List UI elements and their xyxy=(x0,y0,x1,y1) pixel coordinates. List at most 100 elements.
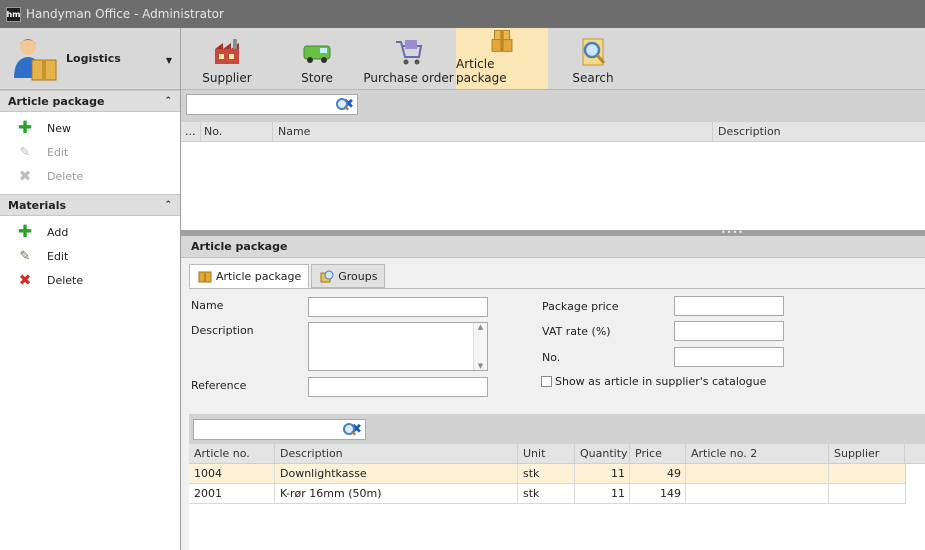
cell-supplier xyxy=(829,484,906,503)
description-field[interactable]: ▲ ▼ xyxy=(308,322,488,371)
add-label: Add xyxy=(47,225,69,239)
column-header-description[interactable]: Description xyxy=(713,122,925,141)
column-header-article-no-2[interactable]: Article no. 2 xyxy=(686,444,829,463)
toolbar-label: Store xyxy=(301,71,333,85)
main-panel: ✖ ... No. Name Description •••• Article … xyxy=(181,90,925,550)
edit-label: Edit xyxy=(47,249,69,263)
show-in-catalogue-label: Show as article in supplier's catalogue xyxy=(555,375,767,388)
delete-material-button[interactable]: ✖ Delete xyxy=(0,268,180,292)
toolbar-search[interactable]: Search xyxy=(548,28,638,89)
plus-icon: ✚ xyxy=(17,222,33,242)
cell-unit: stk xyxy=(518,464,575,483)
column-header-price[interactable]: Price xyxy=(630,444,686,463)
upper-grid-body[interactable] xyxy=(181,142,925,230)
new-button[interactable]: ✚ New xyxy=(0,116,180,140)
search-icon[interactable] xyxy=(343,423,356,436)
edit-button[interactable]: ✎ Edit xyxy=(0,140,180,164)
tab-label: Groups xyxy=(338,269,378,283)
delete-button[interactable]: ✖ Delete xyxy=(0,164,180,188)
tab-label: Article package xyxy=(216,269,302,283)
name-field[interactable] xyxy=(308,297,488,317)
tab-article-package[interactable]: Article package xyxy=(189,264,310,288)
chevron-up-icon[interactable]: ⌃ xyxy=(164,200,172,210)
description-scrollbar[interactable]: ▲ ▼ xyxy=(473,323,487,370)
vat-rate-field[interactable] xyxy=(674,321,784,341)
toolbar-article-package[interactable]: Article package xyxy=(456,28,548,89)
materials-search-input[interactable] xyxy=(194,420,343,439)
cell-description: Downlightkasse xyxy=(275,464,518,483)
package-price-field[interactable] xyxy=(674,296,784,316)
role-label: Logistics xyxy=(66,52,121,65)
window-title: Handyman Office - Administrator xyxy=(26,7,224,21)
detail-title: Article package xyxy=(181,236,925,258)
column-header-unit[interactable]: Unit xyxy=(518,444,575,463)
role-selector[interactable]: Logistics ▼ xyxy=(0,28,180,90)
materials-actions: ✚ Add ✎ Edit ✖ Delete xyxy=(0,216,180,298)
section-title: Materials xyxy=(8,198,67,212)
table-row[interactable]: 2001 K-rør 16mm (50m) stk 11 149 xyxy=(189,484,906,504)
cell-quantity: 11 xyxy=(575,464,630,483)
section-materials-header[interactable]: Materials ⌃ xyxy=(0,194,180,216)
toolbar-label: Supplier xyxy=(202,71,252,85)
plus-icon: ✚ xyxy=(17,118,33,138)
section-article-package-header[interactable]: Article package ⌃ xyxy=(0,90,180,112)
reference-label: Reference xyxy=(191,379,247,392)
materials-search-strip: ✖ xyxy=(189,414,925,444)
van-icon xyxy=(303,45,331,63)
vat-rate-label: VAT rate (%) xyxy=(542,325,611,338)
cell-price: 49 xyxy=(630,464,686,483)
package-price-label: Package price xyxy=(542,300,619,313)
column-header-article-no[interactable]: Article no. xyxy=(189,444,275,463)
user-with-package-icon xyxy=(14,38,57,80)
table-row[interactable]: 1004 Downlightkasse stk 11 49 xyxy=(189,464,906,484)
chevron-up-icon[interactable]: ⌃ xyxy=(164,96,172,106)
column-header-supplier[interactable]: Supplier xyxy=(829,444,905,463)
edit-icon: ✎ xyxy=(19,144,31,160)
delete-icon: ✖ xyxy=(18,167,32,185)
factory-icon xyxy=(215,39,239,64)
materials-grid: Article no. Description Unit Quantity Pr… xyxy=(189,444,925,550)
scroll-down-icon[interactable]: ▼ xyxy=(478,362,483,370)
upper-search-strip: ✖ xyxy=(181,90,925,122)
cell-article-no: 2001 xyxy=(189,484,275,503)
groups-icon xyxy=(320,270,334,283)
toolbar-purchase-order[interactable]: Purchase order xyxy=(361,28,456,89)
column-header-name[interactable]: Name xyxy=(273,122,713,141)
article-package-actions: ✚ New ✎ Edit ✖ Delete xyxy=(0,112,180,194)
no-field[interactable] xyxy=(674,347,784,367)
column-header-no[interactable]: No. xyxy=(201,122,273,141)
cell-article-no-2 xyxy=(686,464,829,483)
toolbar-label: Purchase order xyxy=(363,71,454,85)
main-toolbar: Supplier Store Purchase order Article pa… xyxy=(181,28,925,90)
checkbox-box[interactable] xyxy=(541,376,552,387)
toolbar-label: Article package xyxy=(456,57,507,85)
detail-panel: Article package Article package Groups N… xyxy=(181,236,925,550)
toolbar-label: Search xyxy=(572,71,614,85)
show-in-catalogue-checkbox[interactable]: Show as article in supplier's catalogue xyxy=(541,375,766,388)
splitter-grip-icon: •••• xyxy=(721,228,744,237)
edit-material-button[interactable]: ✎ Edit xyxy=(0,244,180,268)
no-label: No. xyxy=(542,351,561,364)
column-header-ellipsis[interactable]: ... xyxy=(181,122,201,141)
shopping-cart-icon xyxy=(395,40,422,65)
new-label: New xyxy=(47,121,71,135)
app-logo-icon: hm xyxy=(6,6,21,22)
delete-label: Delete xyxy=(47,273,84,287)
upper-grid-header: ... No. Name Description xyxy=(181,122,925,142)
column-header-description[interactable]: Description xyxy=(275,444,518,463)
column-header-quantity[interactable]: Quantity xyxy=(575,444,630,463)
cell-price: 149 xyxy=(630,484,686,503)
search-icon[interactable] xyxy=(336,98,350,111)
upper-search-input[interactable] xyxy=(187,95,336,114)
scroll-up-icon[interactable]: ▲ xyxy=(478,323,483,331)
chevron-down-icon[interactable]: ▼ xyxy=(166,56,172,65)
add-material-button[interactable]: ✚ Add xyxy=(0,220,180,244)
upper-search-box: ✖ xyxy=(186,94,358,115)
tab-groups[interactable]: Groups xyxy=(311,264,386,288)
reference-field[interactable] xyxy=(308,377,488,397)
article-package-form: Name Description ▲ ▼ Reference Package pr… xyxy=(189,288,925,416)
edit-label: Edit xyxy=(47,145,69,159)
toolbar-store[interactable]: Store xyxy=(273,28,361,89)
detail-tabs: Article package Groups xyxy=(189,264,387,288)
toolbar-supplier[interactable]: Supplier xyxy=(181,28,273,89)
